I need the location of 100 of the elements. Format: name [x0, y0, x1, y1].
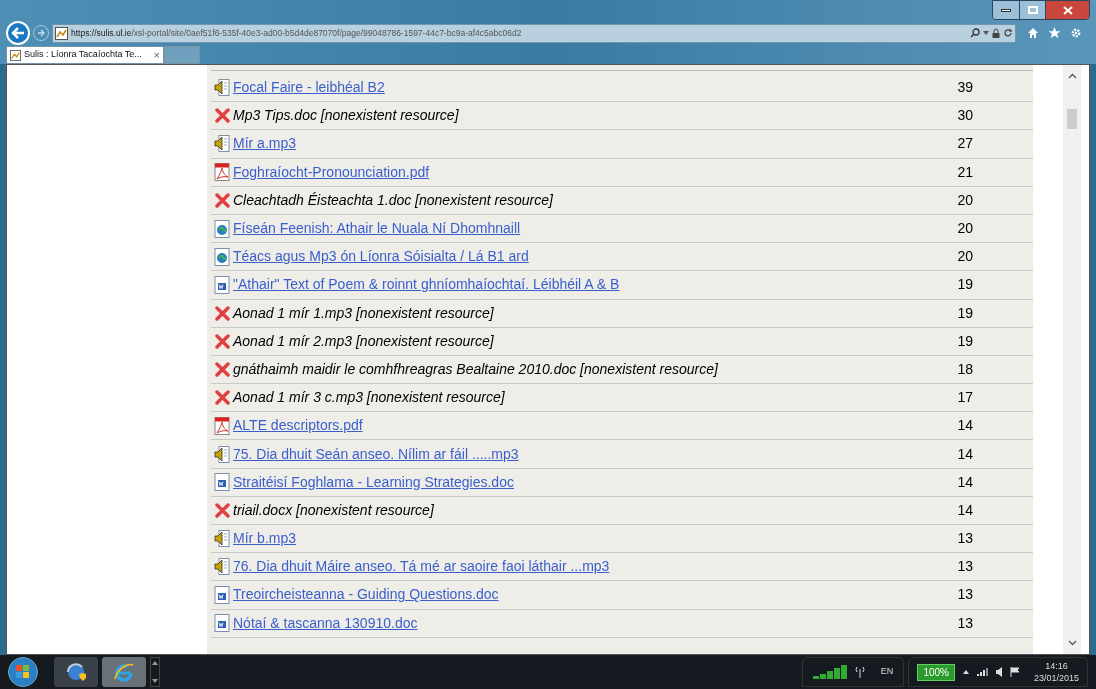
resource-count: 39 [957, 78, 973, 98]
resource-count: 19 [957, 275, 973, 295]
document-file-icon [214, 275, 230, 294]
resource-count: 14 [957, 416, 973, 436]
resource-name: Aonad 1 mír 1.mp3 [nonexistent resource] [233, 303, 494, 323]
taskbar-app-button[interactable] [54, 657, 98, 687]
cross-icon [214, 502, 230, 518]
address-bar[interactable]: https://sulis.ul.ie/xsl-portal/site/0aef51f6-535f-40e3-ad00-b5d4de87070f/page/99048786-1597-44c7-bc9a-af4c5abc06d2 [52, 23, 1016, 43]
document-file-icon [214, 614, 230, 633]
resource-link[interactable]: Straitéisí Foghlama - Learning Strategies.doc [233, 471, 514, 493]
resource-name: Aonad 1 mír 3 c.mp3 [nonexistent resource] [233, 388, 505, 408]
tab-title: Sulis : Líonra Tacaíochta Te... [24, 48, 142, 62]
resource-link[interactable]: Téacs agus Mp3 ón Líonra Sóisialta / Lá B1 ard [233, 246, 529, 268]
cross-icon [214, 390, 230, 406]
language-indicator[interactable]: EN [880, 665, 894, 679]
antenna-icon[interactable] [854, 666, 865, 678]
scrollbar[interactable] [1063, 65, 1081, 654]
resource-link[interactable]: 75. Dia dhuit Seán anseo. Nílim ar fáil .....mp3 [233, 443, 519, 465]
settings-icon[interactable] [1070, 27, 1082, 39]
resource-count: 14 [957, 472, 973, 492]
signal-strength-icon[interactable] [812, 665, 847, 679]
cross-icon [214, 361, 230, 377]
resource-count: 13 [957, 557, 973, 577]
resource-count: 13 [957, 613, 973, 633]
audio-file-icon [214, 530, 230, 548]
clock[interactable]: 14:16 23/01/2015 [1033, 660, 1079, 684]
scroll-down-icon[interactable] [1067, 640, 1077, 646]
resource-link[interactable]: Mír b.mp3 [233, 528, 296, 550]
resource-link[interactable]: Mír a.mp3 [233, 133, 296, 155]
cross-icon [214, 108, 230, 124]
search-icon[interactable] [970, 28, 980, 38]
resource-link[interactable]: Treoircheisteanna - Guiding Questions.doc [233, 584, 499, 606]
resource-link[interactable]: Focal Faire - leibhéal B2 [233, 77, 385, 99]
resource-link[interactable]: Físeán Feenish: Athair le Nuala Ní Dhomhnaill [233, 218, 521, 240]
cross-icon [214, 192, 230, 208]
globe-file-icon [214, 219, 230, 238]
resource-count: 14 [957, 444, 973, 464]
resource-count: 17 [957, 388, 973, 408]
resource-link[interactable]: "Athair" Text of Poem & roinnt ghníomhaíochtaí. Léibhéil A & B [233, 274, 620, 296]
resource-link[interactable]: Nótaí & tascanna 130910.doc [233, 612, 418, 634]
flag-icon[interactable] [1009, 667, 1020, 677]
resource-name: Cleachtadh Éisteachta 1.doc [nonexistent resource] [233, 190, 553, 210]
speaker-icon[interactable] [995, 667, 1002, 677]
update-globe-icon [65, 661, 87, 683]
document-file-icon [214, 585, 230, 604]
resource-count: 19 [957, 303, 973, 323]
browser-tab[interactable]: Sulis : Líonra Tacaíochta Te... × [6, 46, 164, 64]
star-icon[interactable] [1048, 27, 1061, 39]
audio-file-icon [214, 445, 230, 463]
refresh-icon[interactable] [1003, 28, 1013, 38]
cross-icon [214, 333, 230, 349]
back-arrow-icon [11, 27, 25, 39]
close-icon [1062, 5, 1073, 15]
windows-logo-icon [16, 665, 30, 679]
network-bars-icon[interactable] [976, 668, 988, 676]
scroll-down-icon [152, 679, 158, 683]
start-button[interactable] [8, 657, 38, 687]
resource-name: triail.docx [nonexistent resource] [233, 500, 434, 520]
pdf-file-icon [214, 163, 230, 182]
resource-count: 13 [957, 585, 973, 605]
scroll-thumb[interactable] [1067, 109, 1077, 129]
browser-e-icon [113, 661, 135, 683]
cross-icon [214, 305, 230, 321]
show-hidden-icons-icon[interactable] [962, 670, 969, 674]
resource-link[interactable]: 76. Dia dhuit Máire anseo. Tá mé ar saoire faoi láthair ...mp3 [233, 556, 610, 578]
resource-count: 20 [957, 247, 973, 267]
resource-count: 20 [957, 190, 973, 210]
resource-link[interactable]: ALTE descriptors.pdf [233, 415, 363, 437]
tab-close-button[interactable]: × [153, 49, 160, 61]
taskbar-scroll-button[interactable] [150, 657, 160, 687]
document-file-icon [214, 473, 230, 492]
dropdown-caret-icon[interactable] [983, 31, 989, 35]
resource-name: gnáthaimh maidir le comhfhreagras Bealtaine 2010.doc [nonexistent resource] [233, 359, 718, 379]
resource-count: 14 [957, 500, 973, 520]
forward-arrow-icon [36, 29, 46, 37]
resource-count: 30 [957, 106, 973, 126]
globe-file-icon [214, 247, 230, 266]
battery-indicator[interactable]: 100% [917, 663, 955, 681]
resource-link[interactable]: Foghraíocht-Pronounciation.pdf [233, 161, 430, 183]
resource-name: Mp3 Tips.doc [nonexistent resource] [233, 106, 459, 126]
resource-name: Aonad 1 mír 2.mp3 [nonexistent resource] [233, 331, 494, 351]
resource-count: 13 [957, 529, 973, 549]
resource-count: 18 [957, 359, 973, 379]
pdf-file-icon [214, 416, 230, 435]
scroll-up-icon[interactable] [1067, 73, 1077, 79]
minimize-button[interactable] [993, 1, 1019, 19]
site-favicon-icon [55, 26, 68, 40]
resource-count: 20 [957, 219, 973, 239]
back-button[interactable] [6, 21, 30, 45]
audio-file-icon [214, 79, 230, 97]
maximize-button[interactable] [1019, 1, 1045, 19]
resource-count: 19 [957, 331, 973, 351]
site-favicon-icon [10, 49, 21, 61]
url-text: https://sulis.ul.ie/xsl-portal/site/0aef51f6-535f-40e3-ad00-b5d4de87070f/page/99048786-1597-44c7-bc9a-af4c5abc06d2 [71, 26, 522, 40]
resource-count: 27 [957, 134, 973, 154]
resource-count: 21 [957, 162, 973, 182]
scroll-up-icon [152, 661, 158, 665]
close-button[interactable] [1045, 1, 1089, 19]
home-icon[interactable] [1027, 27, 1039, 39]
clock-date: 23/01/2015 [1033, 672, 1079, 684]
